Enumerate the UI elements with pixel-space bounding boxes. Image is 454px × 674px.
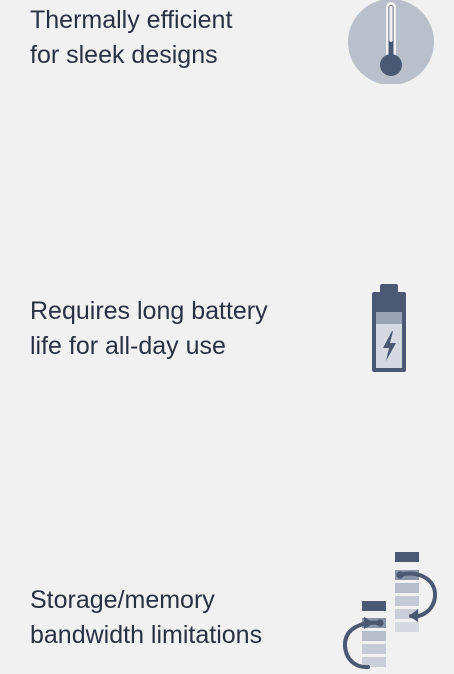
feature-thermal-text: Thermally efficient for sleek designs (30, 3, 232, 73)
feature-thermal-line-2: for sleek designs (30, 41, 218, 69)
feature-storage-line-2: bandwidth limitations (30, 621, 263, 649)
feature-battery: Requires long battery life for all-day u… (0, 280, 454, 380)
memory-transfer-icon (338, 548, 446, 674)
feature-battery-line-1: Requires long battery (30, 297, 268, 325)
feature-battery-line-2: life for all-day use (30, 332, 226, 360)
feature-battery-text: Requires long battery life for all-day u… (30, 294, 268, 364)
feature-thermal-line-1: Thermally efficient (30, 6, 233, 34)
thermometer-icon (346, 0, 436, 85)
feature-thermal: Thermally efficient for sleek designs (0, 0, 454, 110)
feature-storage-text: Storage/memory bandwidth limitations (30, 583, 262, 653)
feature-list: Thermally efficient for sleek designs Re… (0, 0, 454, 674)
feature-storage: Storage/memory bandwidth limitations (0, 548, 454, 674)
battery-charging-icon (370, 282, 408, 376)
feature-storage-line-1: Storage/memory (30, 586, 215, 614)
